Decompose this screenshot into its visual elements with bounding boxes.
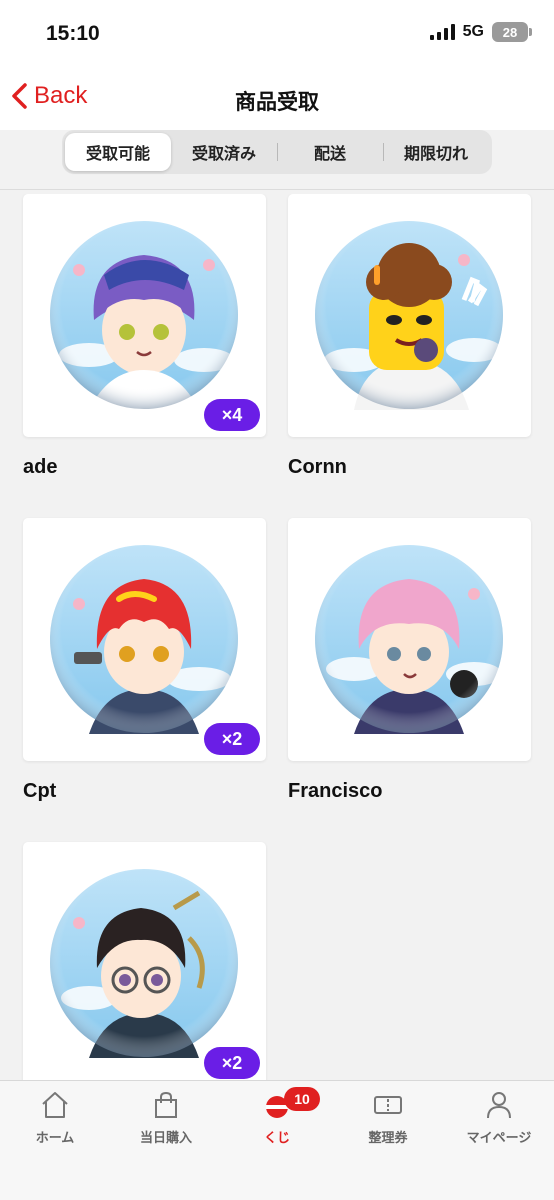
item-card[interactable]: ×2 (23, 518, 266, 761)
tab-ticket[interactable]: 整理券 (333, 1089, 443, 1151)
tab-same-day-purchase[interactable]: 当日購入 (111, 1089, 221, 1151)
status-indicators: 5G 28 (429, 22, 532, 42)
tab-bar: ホーム 当日購入 くじ 10 整理券 マイページ (0, 1080, 554, 1200)
segment-delivery[interactable]: 配送 (277, 133, 383, 171)
can-badge-image (50, 221, 238, 410)
status-time: 15:10 (46, 22, 100, 45)
item-name: Cornn (288, 456, 347, 478)
item-card[interactable] (288, 194, 531, 437)
signal-icon (429, 24, 455, 40)
network-type: 5G (462, 23, 484, 40)
item-grid: ×4 ade Cornn ×2 Cpt Francisco ×2 (0, 194, 554, 1080)
can-badge-image (315, 545, 503, 734)
battery-level: 28 (502, 24, 518, 40)
status-bar: 15:10 5G 28 (0, 0, 554, 66)
item-card[interactable]: ×4 (23, 194, 266, 437)
home-icon (42, 1092, 68, 1118)
tab-label: マイページ (466, 1131, 532, 1146)
quantity-badge: ×2 (204, 1047, 260, 1079)
tab-my-page[interactable]: マイページ (444, 1089, 554, 1151)
page-title: 商品受取 (235, 90, 319, 114)
item-card[interactable] (288, 518, 531, 761)
battery-icon: 28 (492, 22, 532, 42)
item-name: ade (23, 456, 58, 478)
quantity-badge: ×4 (204, 399, 260, 431)
tab-lottery[interactable]: くじ 10 (222, 1087, 332, 1151)
segmented-control: 受取可能 受取済み 配送 期限切れ (62, 130, 492, 174)
shopping-bag-icon (155, 1091, 177, 1118)
tab-label: 当日購入 (139, 1131, 192, 1146)
item-name: Cpt (23, 780, 57, 802)
tab-label: くじ (263, 1131, 290, 1146)
item-name: Francisco (288, 780, 383, 802)
segment-expired[interactable]: 期限切れ (383, 133, 489, 171)
ticket-icon (374, 1096, 402, 1114)
tab-label: ホーム (35, 1131, 75, 1146)
can-badge-image (50, 545, 238, 734)
segment-receivable[interactable]: 受取可能 (65, 133, 171, 171)
tab-home[interactable]: ホーム (0, 1089, 110, 1151)
nav-header: Back 商品受取 (0, 66, 554, 130)
item-card[interactable]: ×2 (23, 842, 266, 1080)
notification-badge: 10 (284, 1087, 320, 1111)
can-badge-image (50, 869, 238, 1058)
quantity-badge: ×2 (204, 723, 260, 755)
tab-label: 整理券 (368, 1131, 408, 1146)
segment-received[interactable]: 受取済み (171, 133, 277, 171)
segment-bar: 受取可能 受取済み 配送 期限切れ (0, 130, 554, 190)
can-badge-image (315, 221, 503, 410)
person-icon (487, 1092, 511, 1119)
